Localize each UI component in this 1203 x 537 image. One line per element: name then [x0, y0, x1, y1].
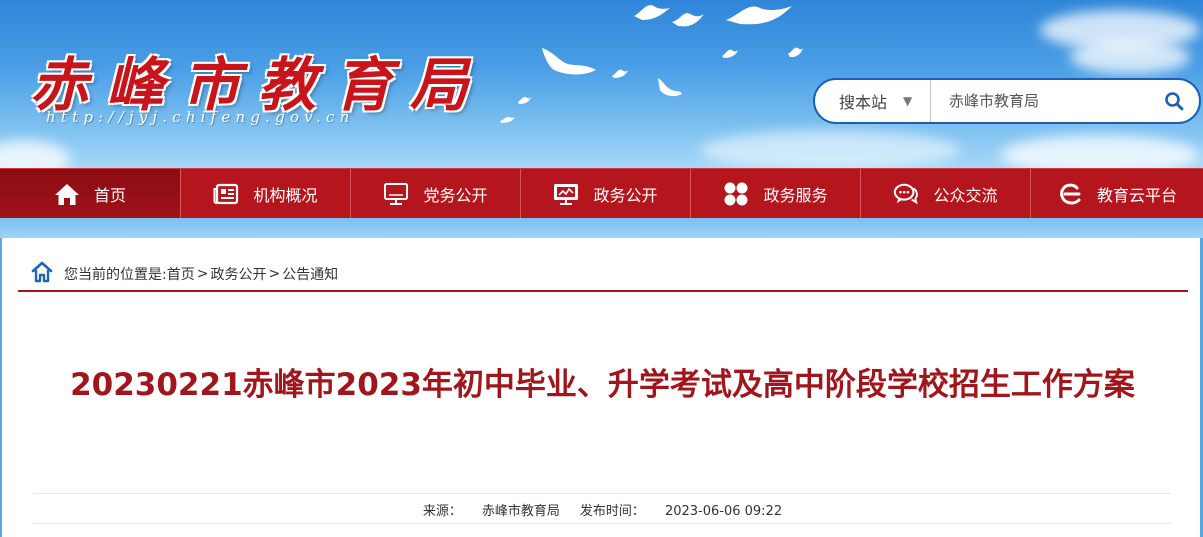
dove-icon: [500, 116, 515, 123]
source-value: 赤峰市教育局: [481, 504, 560, 519]
nav-item-label: 政务公开: [593, 186, 658, 205]
source-label: 来源：: [422, 504, 462, 519]
dove-icon: [672, 13, 704, 27]
nav-item-label: 政务服务: [763, 186, 828, 205]
dove-icon: [722, 49, 738, 58]
home-icon: [54, 181, 80, 207]
dove-icon: [658, 78, 682, 97]
source-field: 来源： 赤峰市教育局: [423, 504, 560, 519]
nav-item-home[interactable]: 首页: [0, 169, 181, 219]
date-value: 2023-06-06 09:22: [664, 504, 783, 519]
home-icon: [30, 260, 54, 288]
nav-item-public-communication[interactable]: 公众交流: [861, 169, 1031, 219]
cloud: [700, 130, 960, 168]
cloud: [1000, 135, 1200, 168]
search-scope-select[interactable]: 搜本站 ▼: [815, 80, 931, 122]
dove-icon: [634, 5, 670, 20]
search-button[interactable]: [1149, 80, 1199, 122]
breadcrumb-link-announcements[interactable]: 公告通知: [282, 264, 338, 284]
divider: [34, 493, 1171, 494]
nav-item-education-cloud[interactable]: 教育云平台: [1031, 169, 1203, 219]
breadcrumb-link-government-affairs[interactable]: 政务公开: [210, 264, 266, 284]
breadcrumb-link-home[interactable]: 首页: [167, 264, 195, 284]
caret-down-icon: ▼: [903, 94, 913, 108]
breadcrumb-prefix: 您当前的位置是:: [64, 266, 167, 283]
dove-icon: [612, 69, 628, 78]
dove-icon: [726, 6, 792, 25]
date-field: 发布时间： 2023-06-06 09:22: [580, 504, 782, 519]
main-nav: 首页 机构概况 党务公开 政务公开 政务服务 公众交流 教育云平台: [0, 168, 1203, 219]
search-bar: 搜本站 ▼: [813, 78, 1201, 124]
search-input[interactable]: [931, 80, 1149, 122]
article-meta: 来源： 赤峰市教育局 发布时间： 2023-06-06 09:22: [34, 500, 1171, 519]
nav-item-government-affairs[interactable]: 政务公开: [521, 169, 691, 219]
screen-icon: [553, 181, 579, 207]
cloud: [0, 140, 70, 168]
divider: [34, 523, 1171, 524]
header-banner: 赤峰市教育局 http://jyj.chifeng.gov.cn 搜本站 ▼: [0, 0, 1203, 168]
monitor-icon: [383, 181, 409, 207]
cloud: [1070, 40, 1190, 74]
nav-item-org-overview[interactable]: 机构概况: [181, 169, 351, 219]
dove-icon: [542, 48, 596, 75]
article-title: 20230221赤峰市2023年初中毕业、升学考试及高中阶段学校招生工作方案: [70, 367, 1135, 403]
nav-item-government-services[interactable]: 政务服务: [691, 169, 861, 219]
search-scope-label: 搜本站: [839, 93, 888, 112]
nav-item-label: 公众交流: [933, 186, 998, 205]
background-strip: [0, 218, 1203, 238]
search-icon: [1165, 92, 1184, 111]
breadcrumb-separator: >: [196, 265, 209, 282]
nav-item-label: 首页: [93, 186, 126, 205]
nav-item-label: 党务公开: [423, 186, 488, 205]
newspaper-icon: [213, 181, 239, 207]
nav-item-party-affairs[interactable]: 党务公开: [351, 169, 521, 219]
breadcrumb-separator: >: [268, 265, 281, 282]
article-container: 您当前的位置是: 首页 > 政务公开 > 公告通知 20230221赤峰市202…: [2, 238, 1200, 537]
nav-item-label: 教育云平台: [1096, 186, 1177, 205]
date-label: 发布时间：: [579, 504, 645, 519]
site-url: http://jyj.chifeng.gov.cn: [46, 108, 355, 126]
dove-icon: [788, 47, 803, 58]
cloud-e-icon: [1057, 181, 1083, 207]
dove-icon: [518, 96, 531, 104]
grid-icon: [723, 181, 749, 207]
breadcrumb: 您当前的位置是: 首页 > 政务公开 > 公告通知: [18, 257, 1188, 292]
chat-icon: [893, 181, 919, 207]
nav-item-label: 机构概况: [253, 186, 318, 205]
